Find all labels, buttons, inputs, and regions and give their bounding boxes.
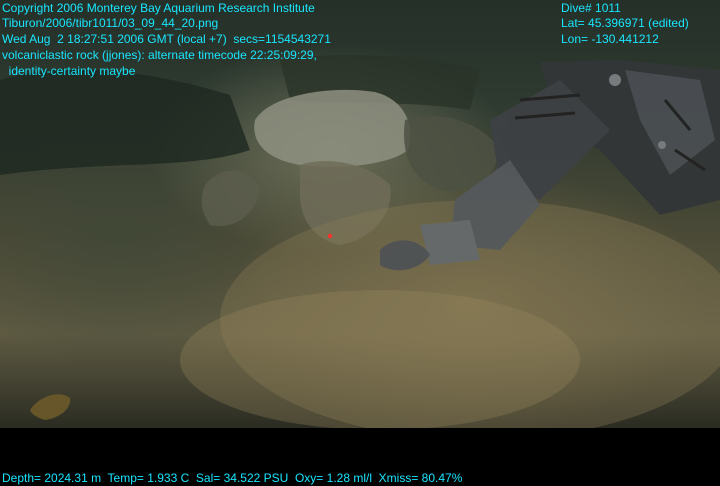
longitude-text: Lon= -130.441212 — [561, 32, 659, 46]
copyright-text: Copyright 2006 Monterey Bay Aquarium Res… — [2, 1, 315, 15]
rock-left — [201, 170, 260, 226]
laser-dot — [327, 233, 333, 239]
video-frame: Copyright 2006 Monterey Bay Aquarium Res… — [0, 0, 720, 486]
latitude-text: Lat= 45.396971 (edited) — [561, 16, 689, 30]
seafloor-organism — [30, 394, 71, 420]
background-rock-left — [0, 69, 250, 175]
certainty-text: identity-certainty maybe — [2, 64, 136, 78]
datetime-text: Wed Aug 2 18:27:51 2006 GMT (local +7) s… — [2, 32, 331, 46]
sediment-plume-2 — [180, 290, 580, 428]
telemetry-text: Depth= 2024.31 m Temp= 1.933 C Sal= 34.5… — [2, 471, 463, 485]
annotation-text: volcaniclastic rock (jjones): alternate … — [2, 48, 317, 62]
dive-number: Dive# 1011 — [561, 1, 621, 15]
lit-rock-main — [254, 89, 411, 167]
file-path-text: Tiburon/2006/tibr1011/03_09_44_20.png — [2, 16, 219, 30]
